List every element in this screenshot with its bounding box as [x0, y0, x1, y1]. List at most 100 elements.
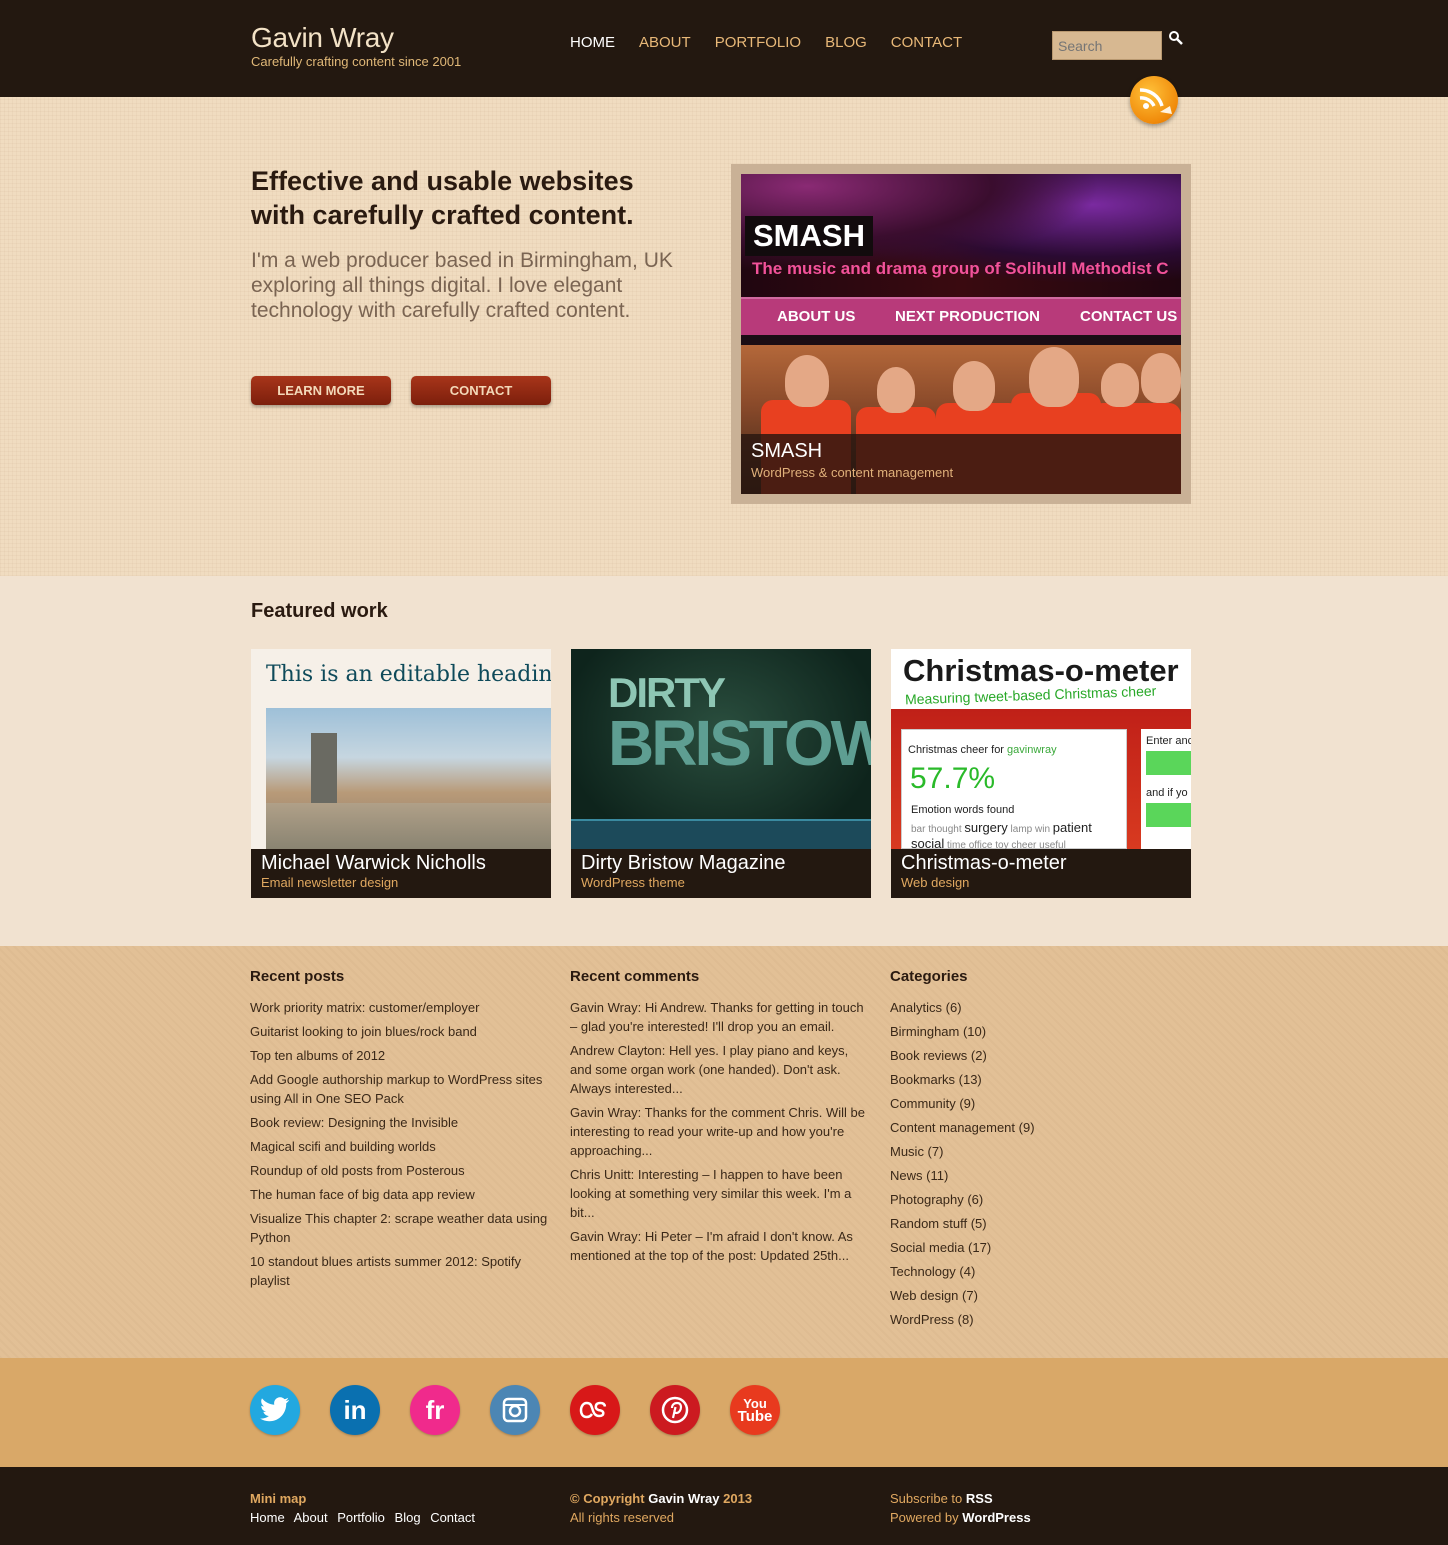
footer-link-about[interactable]: About [294, 1510, 328, 1525]
slider-caption-title: SMASH [751, 440, 823, 462]
nav-about[interactable]: ABOUT [639, 34, 691, 51]
category-link[interactable]: Photography (6) [890, 1192, 983, 1207]
category-link[interactable]: Technology (4) [890, 1264, 975, 1279]
nav-blog[interactable]: BLOG [825, 34, 867, 51]
showcase-nav-contact: CONTACT US [1080, 308, 1178, 325]
recent-post-link[interactable]: 10 standout blues artists summer 2012: S… [250, 1254, 521, 1288]
wordpress-link[interactable]: WordPress [962, 1510, 1030, 1525]
recent-post-link[interactable]: Top ten albums of 2012 [250, 1048, 385, 1063]
recent-post-link[interactable]: Magical scifi and building worlds [250, 1139, 436, 1154]
card-subtitle: WordPress theme [581, 875, 685, 890]
footer-link-portfolio[interactable]: Portfolio [337, 1510, 385, 1525]
category-link[interactable]: Music (7) [890, 1144, 943, 1159]
slider-caption-subtitle: WordPress & content management [751, 465, 954, 480]
linkedin-label: in [343, 1394, 367, 1425]
showcase-nav-next-production: NEXT PRODUCTION [895, 308, 1041, 325]
recent-post-link[interactable]: Add Google authorship markup to WordPres… [250, 1072, 542, 1106]
recent-comment-link[interactable]: Gavin Wray: Hi Andrew. Thanks for gettin… [570, 1000, 864, 1034]
card-title: Christmas-o-meter [901, 852, 1067, 874]
search-icon[interactable] [1168, 30, 1184, 46]
portfolio-slider[interactable]: SMASH The music and drama group of Solih… [731, 164, 1191, 504]
recent-comments-widget: Recent comments Gavin Wray: Hi Andrew. T… [570, 968, 870, 1270]
category-link[interactable]: Bookmarks (13) [890, 1072, 982, 1087]
twitter-icon[interactable] [250, 1385, 300, 1435]
site-title-link[interactable]: Gavin Wray [251, 22, 394, 54]
pinterest-icon[interactable] [650, 1385, 700, 1435]
linkedin-icon[interactable]: in [330, 1385, 380, 1435]
recent-comment-link[interactable]: Chris Unitt: Interesting – I happen to h… [570, 1167, 851, 1220]
category-link[interactable]: Content management (9) [890, 1120, 1035, 1135]
rss-link[interactable]: RSS [966, 1491, 993, 1506]
youtube-label-bottom: Tube [737, 1408, 773, 1425]
rss-feed-icon[interactable] [1130, 76, 1178, 124]
category-link[interactable]: Analytics (6) [890, 1000, 962, 1015]
widget-title: Recent posts [250, 968, 345, 985]
recent-post-link[interactable]: Roundup of old posts from Posterous [250, 1163, 465, 1178]
recent-post-link[interactable]: Book review: Designing the Invisible [250, 1115, 458, 1130]
hero-heading: Effective and usable websites with caref… [251, 166, 634, 230]
card-thumbnail: Christmas-o-meter Measuring tweet-based … [891, 649, 1191, 849]
nav-portfolio[interactable]: PORTFOLIO [715, 34, 801, 51]
category-link[interactable]: News (11) [890, 1168, 948, 1183]
word: thought [928, 824, 962, 835]
emotion-words-label: Emotion words found [911, 804, 1015, 816]
word: social [911, 836, 945, 849]
thumb-heading: This is an editable headin [266, 662, 551, 687]
featured-card-dirty-bristow[interactable]: DIRTY BRISTOW Dirty Bristow Magazine Wor… [571, 649, 871, 898]
category-link[interactable]: Community (9) [890, 1096, 975, 1111]
cheer-percent: 57.7% [910, 762, 996, 795]
mini-map: Mini map Home About Portfolio Blog Conta… [250, 1489, 481, 1527]
slider-caption: SMASH WordPress & content management [741, 434, 1181, 494]
word: cheer [1011, 840, 1037, 849]
category-link[interactable]: Social media (17) [890, 1240, 991, 1255]
card-title: Dirty Bristow Magazine [581, 852, 786, 874]
subscribe-info: Subscribe to RSS Powered by WordPress [890, 1489, 1031, 1527]
lastfm-icon[interactable] [570, 1385, 620, 1435]
learn-more-button[interactable]: LEARN MORE [251, 376, 391, 405]
recent-post-link[interactable]: Visualize This chapter 2: scrape weather… [250, 1211, 547, 1245]
card-title: Michael Warwick Nicholls [261, 852, 486, 874]
recent-posts-widget: Recent posts Work priority matrix: custo… [250, 968, 550, 1295]
showcase-brand: SMASH [745, 216, 873, 256]
footer-link-contact[interactable]: Contact [430, 1510, 475, 1525]
word: surgery [964, 820, 1008, 835]
slider-image[interactable]: SMASH The music and drama group of Solih… [741, 174, 1181, 494]
category-link[interactable]: Birmingham (10) [890, 1024, 986, 1039]
footer-link-home[interactable]: Home [250, 1510, 285, 1525]
recent-comment-link[interactable]: Andrew Clayton: Hell yes. I play piano a… [570, 1043, 848, 1096]
rights-reserved: All rights reserved [570, 1510, 675, 1525]
category-link[interactable]: Web design (7) [890, 1288, 978, 1303]
nav-home[interactable]: HOME [570, 34, 615, 51]
instagram-icon[interactable] [490, 1385, 540, 1435]
hero-intro: I'm a web producer based in Birmingham, … [251, 249, 673, 322]
word: office [968, 840, 993, 849]
showcase-nav-about: ABOUT US [777, 308, 856, 325]
categories-widget: Categories Analytics (6) Birmingham (10)… [890, 968, 1190, 1334]
word: patient [1052, 820, 1092, 835]
card-subtitle: Web design [901, 875, 970, 890]
footer-widgets: Recent posts Work priority matrix: custo… [0, 946, 1448, 1358]
showcase-tagline: The music and drama group of Solihull Me… [752, 259, 1169, 278]
recent-post-link[interactable]: Work priority matrix: customer/employer [250, 1000, 479, 1015]
card-thumbnail: This is an editable headin [251, 649, 551, 849]
nav-contact[interactable]: CONTACT [891, 34, 962, 51]
recent-comment-link[interactable]: Gavin Wray: Thanks for the comment Chris… [570, 1105, 865, 1158]
cheer-for-label: Christmas cheer for [908, 744, 1004, 756]
category-link[interactable]: WordPress (8) [890, 1312, 974, 1327]
site-header: Gavin Wray Carefully crafting content si… [0, 0, 1448, 97]
friendfeed-icon[interactable]: fr [410, 1385, 460, 1435]
subscribe-prefix: Subscribe to [890, 1491, 963, 1506]
youtube-icon[interactable]: You Tube [730, 1385, 780, 1435]
category-link[interactable]: Book reviews (2) [890, 1048, 987, 1063]
contact-button[interactable]: CONTACT [411, 376, 551, 405]
recent-comment-link[interactable]: Gavin Wray: Hi Peter – I'm afraid I don'… [570, 1229, 853, 1263]
hero-section: Effective and usable websites with caref… [0, 97, 1448, 576]
category-link[interactable]: Random stuff (5) [890, 1216, 987, 1231]
recent-post-link[interactable]: The human face of big data app review [250, 1187, 475, 1202]
recent-post-link[interactable]: Guitarist looking to join blues/rock ban… [250, 1024, 477, 1039]
featured-card-christmas-o-meter[interactable]: Christmas-o-meter Measuring tweet-based … [891, 649, 1191, 898]
search-input[interactable] [1052, 31, 1162, 60]
featured-card-michael-warwick-nicholls[interactable]: This is an editable headin Michael Warwi… [251, 649, 551, 898]
main-nav: HOME ABOUT PORTFOLIO BLOG CONTACT [570, 34, 986, 51]
footer-link-blog[interactable]: Blog [395, 1510, 421, 1525]
